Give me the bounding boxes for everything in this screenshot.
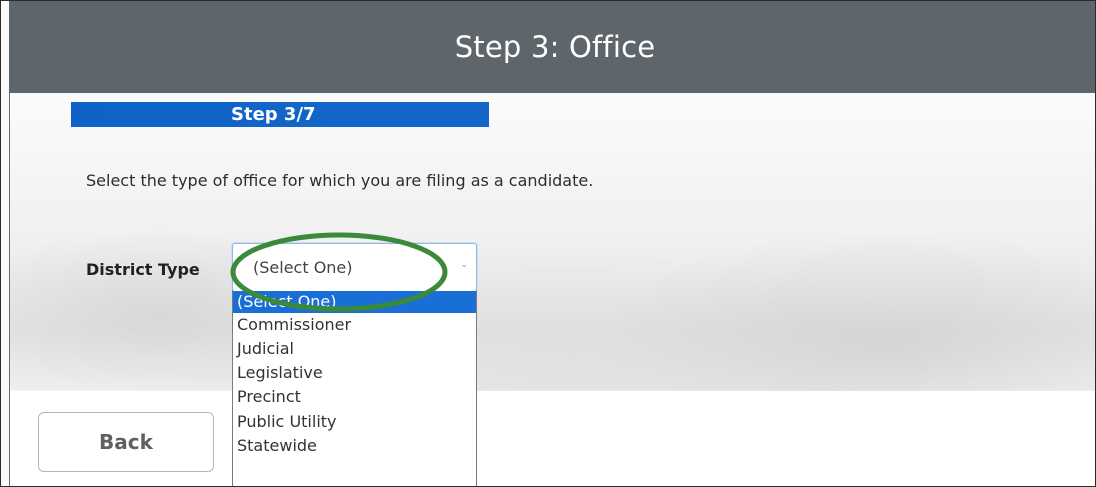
app-window: Step 3: Office Step 3/7 Select the type …: [0, 0, 1096, 487]
page-title: Step 3: Office: [454, 30, 656, 64]
dropdown-option[interactable]: Judicial: [233, 338, 476, 360]
step-progress-label: Step 3/7: [231, 104, 316, 125]
dropdown-option[interactable]: Precinct: [233, 386, 476, 408]
dropdown-option[interactable]: Commissioner: [233, 314, 476, 336]
chevron-down-icon[interactable]: ⌄: [460, 260, 468, 270]
dropdown-option[interactable]: (Select One): [233, 291, 476, 313]
dropdown-option[interactable]: Public Utility: [233, 411, 476, 433]
district-type-dropdown-list: (Select One) Commissioner Judicial Legis…: [232, 290, 477, 486]
back-button-label: Back: [99, 430, 153, 454]
district-type-label: District Type: [86, 260, 200, 279]
district-type-select[interactable]: (Select One) ⌄: [232, 243, 477, 291]
dropdown-option[interactable]: Statewide: [233, 435, 476, 457]
page-header: Step 3: Office: [9, 1, 1095, 93]
instruction-text: Select the type of office for which you …: [86, 171, 594, 190]
district-type-selected-value: (Select One): [253, 258, 353, 277]
step-progress-bar: Step 3/7: [71, 102, 489, 127]
dropdown-option[interactable]: Legislative: [233, 362, 476, 384]
back-button[interactable]: Back: [38, 412, 214, 472]
